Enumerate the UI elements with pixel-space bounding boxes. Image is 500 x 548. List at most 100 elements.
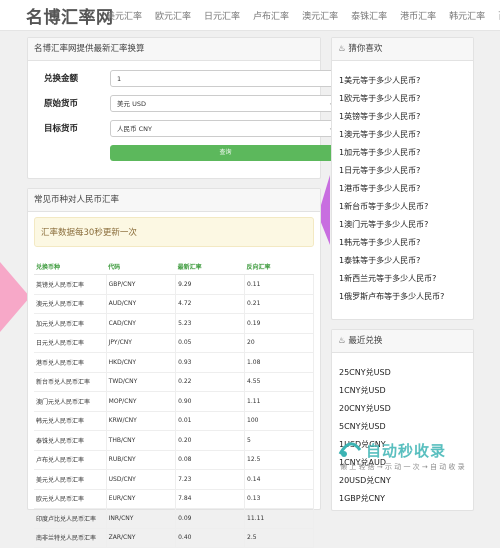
row-code: KRW/CNY bbox=[106, 411, 177, 431]
row-currency[interactable]: 澳元兑人民币汇率 bbox=[34, 294, 107, 314]
list-item[interactable]: 1CNY兑USD bbox=[332, 382, 473, 400]
nav-usd[interactable]: 美元汇率 bbox=[106, 9, 142, 22]
row-rate: 0.90 bbox=[175, 391, 246, 412]
list-item[interactable]: 1澳门元等于多少人民币? bbox=[332, 216, 473, 234]
nav-jpy[interactable]: 日元汇率 bbox=[204, 9, 240, 22]
row-code: AUD/CNY bbox=[106, 294, 177, 314]
row-currency[interactable]: 卢布兑人民币汇率 bbox=[34, 450, 107, 470]
row-code: HKD/CNY bbox=[106, 352, 177, 373]
list-item[interactable]: 1美元等于多少人民币? bbox=[332, 72, 473, 90]
update-notice: 汇率数据每30秒更新一次 bbox=[34, 217, 314, 247]
table-row: 南非兰特兑人民币汇率 ZAR/CNY 0.40 2.5 bbox=[34, 528, 314, 548]
row-currency[interactable]: 欧元兑人民币汇率 bbox=[34, 489, 107, 509]
row-currency[interactable]: 新台币兑人民币汇率 bbox=[34, 372, 107, 392]
guess-header: ♨ 猜你喜欢 bbox=[332, 38, 473, 61]
list-item[interactable]: 1港币等于多少人民币? bbox=[332, 180, 473, 198]
row-reverse: 0.14 bbox=[244, 469, 314, 490]
list-item[interactable]: 1韩元等于多少人民币? bbox=[332, 234, 473, 252]
row-rate: 0.05 bbox=[175, 333, 246, 353]
row-code: USD/CNY bbox=[106, 469, 177, 490]
recent-panel: ♨ 最近兑换 25CNY兑USD 1CNY兑USD 20CNY兑USD 5CNY… bbox=[331, 329, 474, 511]
recent-header: ♨ 最近兑换 bbox=[332, 330, 473, 353]
row-currency[interactable]: 美元兑人民币汇率 bbox=[34, 469, 107, 490]
row-code: TWD/CNY bbox=[106, 372, 177, 392]
converter-title: 名博汇率网提供最新汇率换算 bbox=[28, 38, 320, 61]
recent-list: 25CNY兑USD 1CNY兑USD 20CNY兑USD 5CNY兑USD 1U… bbox=[332, 364, 473, 508]
row-reverse: 1.08 bbox=[244, 352, 314, 373]
converter-panel: 名博汇率网提供最新汇率换算 兑换金额 1 原始货币 美元 USD ⌵ 目标货币 … bbox=[27, 37, 341, 179]
row-currency[interactable]: 韩元兑人民币汇率 bbox=[34, 411, 107, 431]
from-currency-select[interactable]: 美元 USD ⌵ bbox=[110, 95, 340, 112]
nav-rub[interactable]: 卢布汇率 bbox=[253, 9, 289, 22]
list-item[interactable]: 1日元等于多少人民币? bbox=[332, 162, 473, 180]
row-reverse: 2.5 bbox=[244, 528, 314, 548]
table-row: 加元兑人民币汇率 CAD/CNY 5.23 0.19 bbox=[34, 313, 314, 334]
list-item[interactable]: 5CNY兑USD bbox=[332, 418, 473, 436]
main-nav: 美元汇率 欧元汇率 日元汇率 卢布汇率 澳元汇率 泰铢汇率 港币汇率 韩元汇率 … bbox=[106, 9, 500, 22]
row-currency[interactable]: 加元兑人民币汇率 bbox=[34, 313, 107, 334]
table-row: 日元兑人民币汇率 JPY/CNY 0.05 20 bbox=[34, 333, 314, 353]
list-item[interactable]: 25CNY兑USD bbox=[332, 364, 473, 382]
query-button[interactable]: 查询 bbox=[110, 145, 341, 161]
row-rate: 0.09 bbox=[175, 508, 246, 529]
nav-aud[interactable]: 澳元汇率 bbox=[302, 9, 338, 22]
amount-input[interactable]: 1 bbox=[110, 70, 340, 87]
recent-title: 最近兑换 bbox=[348, 336, 383, 346]
top-navbar: 名博汇率网 美元汇率 欧元汇率 日元汇率 卢布汇率 澳元汇率 泰铢汇率 港币汇率… bbox=[0, 0, 500, 31]
row-reverse: 20 bbox=[244, 333, 314, 353]
row-rate: 0.20 bbox=[175, 430, 246, 451]
to-currency-label: 目标货币 bbox=[43, 124, 78, 134]
row-currency[interactable]: 日元兑人民币汇率 bbox=[34, 333, 107, 353]
nav-hkd[interactable]: 港币汇率 bbox=[400, 9, 436, 22]
table-row: 澳门元兑人民币汇率 MOP/CNY 0.90 1.11 bbox=[34, 391, 314, 412]
row-currency[interactable]: 澳门元兑人民币汇率 bbox=[34, 391, 107, 412]
row-currency[interactable]: 泰铢兑人民币汇率 bbox=[34, 430, 107, 451]
col-header-rate: 最新汇率 bbox=[175, 258, 245, 275]
row-currency[interactable]: 港币兑人民币汇率 bbox=[34, 352, 107, 373]
list-item[interactable]: 1泰铢等于多少人民币? bbox=[332, 252, 473, 270]
list-item[interactable]: 1英镑等于多少人民币? bbox=[332, 108, 473, 126]
list-item[interactable]: 1加元等于多少人民币? bbox=[332, 144, 473, 162]
flame-icon: ♨ bbox=[338, 336, 346, 346]
to-currency-select[interactable]: 人民币 CNY ⌵ bbox=[110, 120, 340, 137]
from-currency-value: 美元 USD bbox=[117, 100, 146, 108]
list-item[interactable]: 1新西兰元等于多少人民币? bbox=[332, 270, 473, 288]
list-item[interactable]: 1俄罗斯卢布等于多少人民币? bbox=[332, 288, 473, 306]
list-item[interactable]: 1新台币等于多少人民币? bbox=[332, 198, 473, 216]
table-row: 美元兑人民币汇率 USD/CNY 7.23 0.14 bbox=[34, 469, 314, 490]
row-reverse: 1.11 bbox=[244, 391, 314, 412]
row-reverse: 0.19 bbox=[244, 313, 314, 334]
row-code: EUR/CNY bbox=[106, 489, 177, 509]
row-rate: 0.93 bbox=[175, 352, 246, 373]
table-row: 英镑兑人民币汇率 GBP/CNY 9.29 0.11 bbox=[34, 274, 314, 295]
row-code: MOP/CNY bbox=[106, 391, 177, 412]
row-code: GBP/CNY bbox=[106, 274, 177, 295]
watermark-subtext: 懒 上 轻 搭 → 示 动 一 次 → 自 动 收 录 bbox=[340, 463, 465, 471]
list-item[interactable]: 1GBP兑CNY bbox=[332, 490, 473, 508]
watermark: 自动秒收录 懒 上 轻 搭 → 示 动 一 次 → 自 动 收 录 bbox=[338, 440, 488, 480]
row-rate: 4.72 bbox=[175, 294, 246, 314]
list-item[interactable]: 20CNY兑USD bbox=[332, 400, 473, 418]
guess-title: 猜你喜欢 bbox=[348, 44, 383, 54]
decorative-shape-left bbox=[0, 262, 30, 332]
row-reverse: 100 bbox=[244, 411, 314, 431]
to-currency-value: 人民币 CNY bbox=[117, 125, 152, 133]
table-row: 卢布兑人民币汇率 RUB/CNY 0.08 12.5 bbox=[34, 450, 314, 470]
from-currency-label: 原始货币 bbox=[43, 99, 78, 109]
nav-eur[interactable]: 欧元汇率 bbox=[155, 9, 191, 22]
list-item[interactable]: 1欧元等于多少人民币? bbox=[332, 90, 473, 108]
nav-krw[interactable]: 韩元汇率 bbox=[449, 9, 485, 22]
row-rate: 7.84 bbox=[175, 489, 246, 509]
list-item[interactable]: 1澳元等于多少人民币? bbox=[332, 126, 473, 144]
rates-panel: 常见币种对人民币汇率 汇率数据每30秒更新一次 兑换币种 代码 最新汇率 反向汇… bbox=[27, 188, 321, 548]
table-row: 澳元兑人民币汇率 AUD/CNY 4.72 0.21 bbox=[34, 294, 314, 314]
row-reverse: 4.55 bbox=[244, 372, 314, 392]
site-logo[interactable]: 名博汇率网 bbox=[26, 3, 114, 28]
row-currency[interactable]: 南非兰特兑人民币汇率 bbox=[34, 528, 107, 548]
rates-title: 常见币种对人民币汇率 bbox=[28, 189, 320, 212]
nav-thb[interactable]: 泰铢汇率 bbox=[351, 9, 387, 22]
col-header-currency: 兑换币种 bbox=[34, 258, 107, 275]
table-row: 新台币兑人民币汇率 TWD/CNY 0.22 4.55 bbox=[34, 372, 314, 392]
row-currency[interactable]: 英镑兑人民币汇率 bbox=[34, 274, 107, 295]
row-currency[interactable]: 印度卢比兑人民币汇率 bbox=[34, 508, 107, 529]
